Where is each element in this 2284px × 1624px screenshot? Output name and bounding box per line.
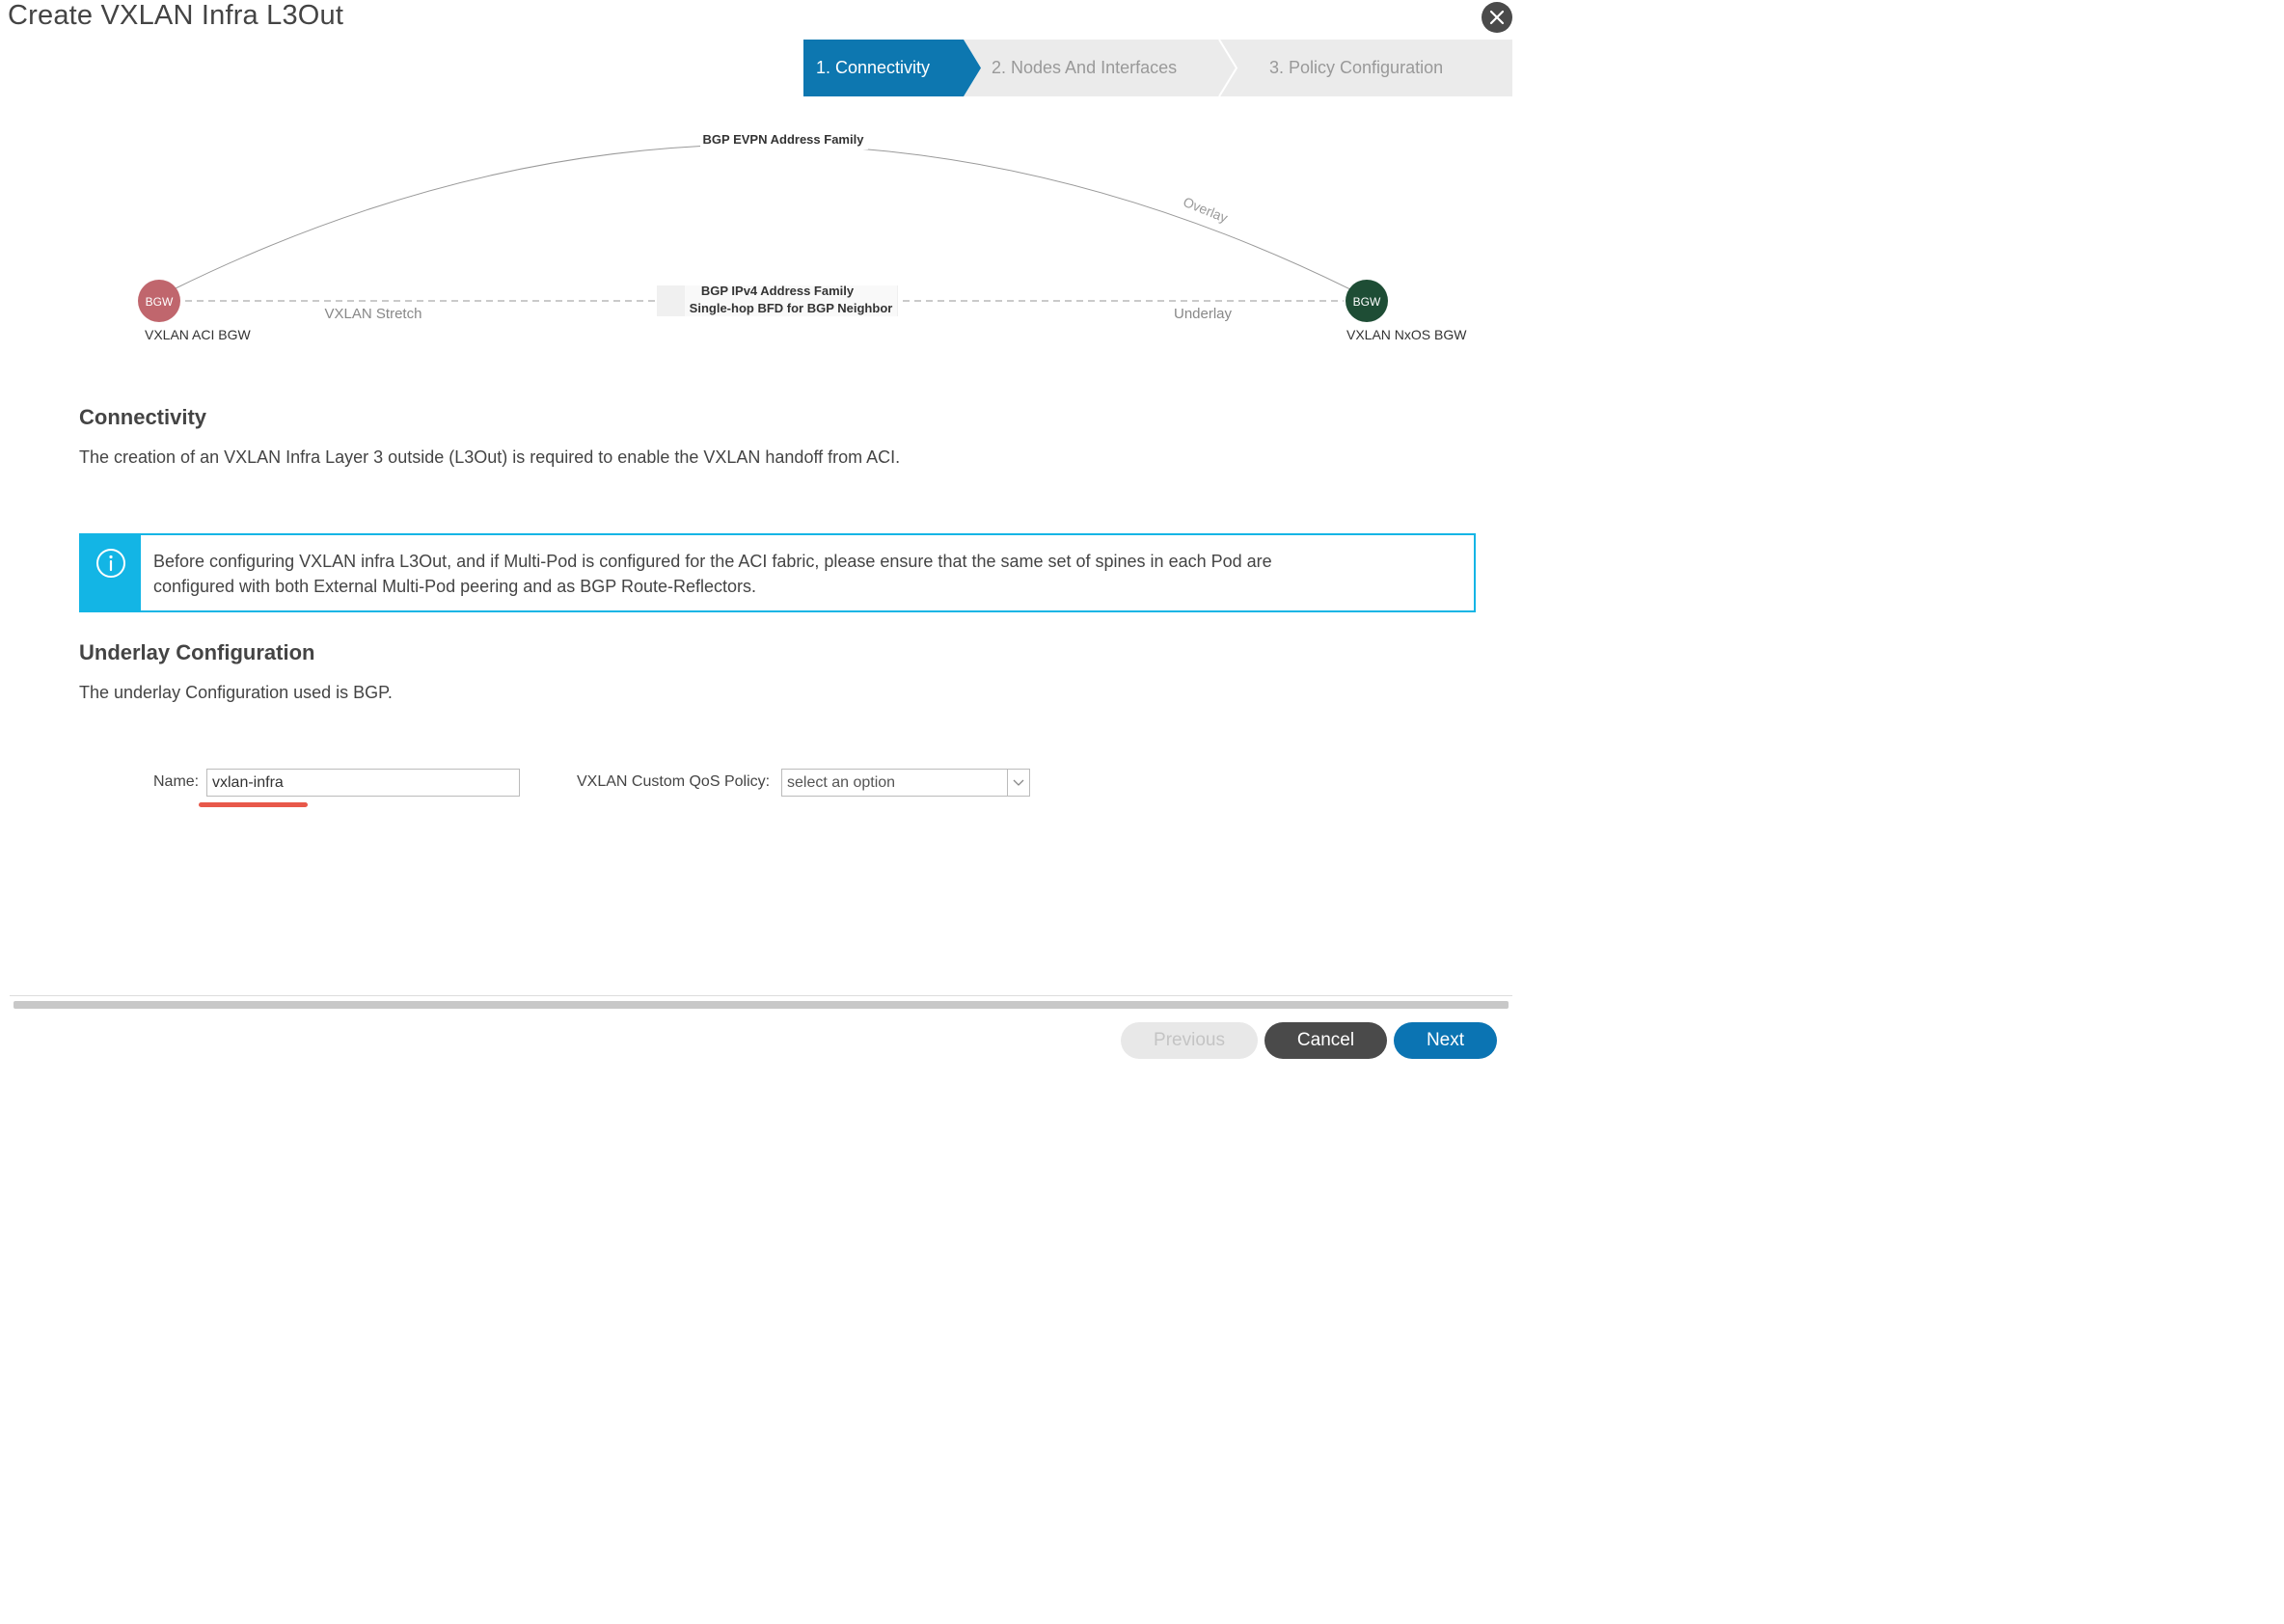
underlay-family-label: BGP IPv4 Address Family bbox=[701, 284, 855, 298]
info-message: Before configuring VXLAN infra L3Out, an… bbox=[141, 535, 1286, 610]
connectivity-heading: Connectivity bbox=[79, 405, 207, 429]
name-underline-annotation bbox=[199, 802, 308, 807]
name-input[interactable] bbox=[206, 769, 520, 797]
info-banner: Before configuring VXLAN infra L3Out, an… bbox=[79, 533, 1476, 612]
left-bgw-label: VXLAN ACI BGW bbox=[145, 327, 251, 342]
info-line-1: Before configuring VXLAN infra L3Out, an… bbox=[153, 552, 1272, 571]
underlay-link-label: Underlay bbox=[1174, 306, 1233, 322]
qos-policy-label: VXLAN Custom QoS Policy: bbox=[577, 773, 771, 790]
qos-policy-select[interactable]: select an option bbox=[781, 769, 1030, 797]
qos-policy-value: select an option bbox=[787, 773, 896, 791]
next-button[interactable]: Next bbox=[1394, 1022, 1497, 1059]
horizontal-scrollbar[interactable] bbox=[14, 1001, 1509, 1009]
underlay-description: The underlay Configuration used is BGP. bbox=[79, 683, 393, 702]
bfd-label: Single-hop BFD for BGP Neighbor bbox=[690, 301, 893, 315]
wizard-steps: 1. Connectivity 2. Nodes And Interfaces … bbox=[803, 40, 1512, 96]
right-bgw-label: VXLAN NxOS BGW bbox=[1346, 327, 1467, 342]
chevron-down-icon[interactable] bbox=[1007, 770, 1029, 796]
underlay-heading: Underlay Configuration bbox=[79, 640, 315, 664]
previous-button[interactable]: Previous bbox=[1121, 1022, 1258, 1059]
vxlan-stretch-label: VXLAN Stretch bbox=[325, 306, 422, 322]
left-bgw-badge: BGW bbox=[146, 295, 174, 309]
connectivity-description: The creation of an VXLAN Infra Layer 3 o… bbox=[79, 447, 901, 467]
overlay-family-label: BGP EVPN Address Family bbox=[703, 132, 865, 147]
step-nodes-and-interfaces[interactable]: 2. Nodes And Interfaces bbox=[992, 40, 1177, 96]
step-policy-configuration[interactable]: 3. Policy Configuration bbox=[1269, 40, 1443, 96]
info-icon bbox=[96, 549, 125, 578]
footer-divider bbox=[10, 995, 1512, 996]
close-button[interactable] bbox=[1482, 2, 1512, 33]
info-stripe bbox=[81, 535, 141, 610]
close-icon bbox=[1489, 10, 1505, 25]
name-label: Name: bbox=[153, 773, 200, 790]
topology-diagram: BGW VXLAN ACI BGW BGW VXLAN NxOS BGW BGP… bbox=[138, 132, 1467, 342]
dialog-title: Create VXLAN Infra L3Out bbox=[8, 0, 344, 31]
right-bgw-badge: BGW bbox=[1353, 295, 1381, 309]
step-connectivity[interactable]: 1. Connectivity bbox=[816, 40, 930, 96]
cancel-button[interactable]: Cancel bbox=[1264, 1022, 1387, 1059]
info-line-2: configured with both External Multi-Pod … bbox=[153, 577, 756, 596]
